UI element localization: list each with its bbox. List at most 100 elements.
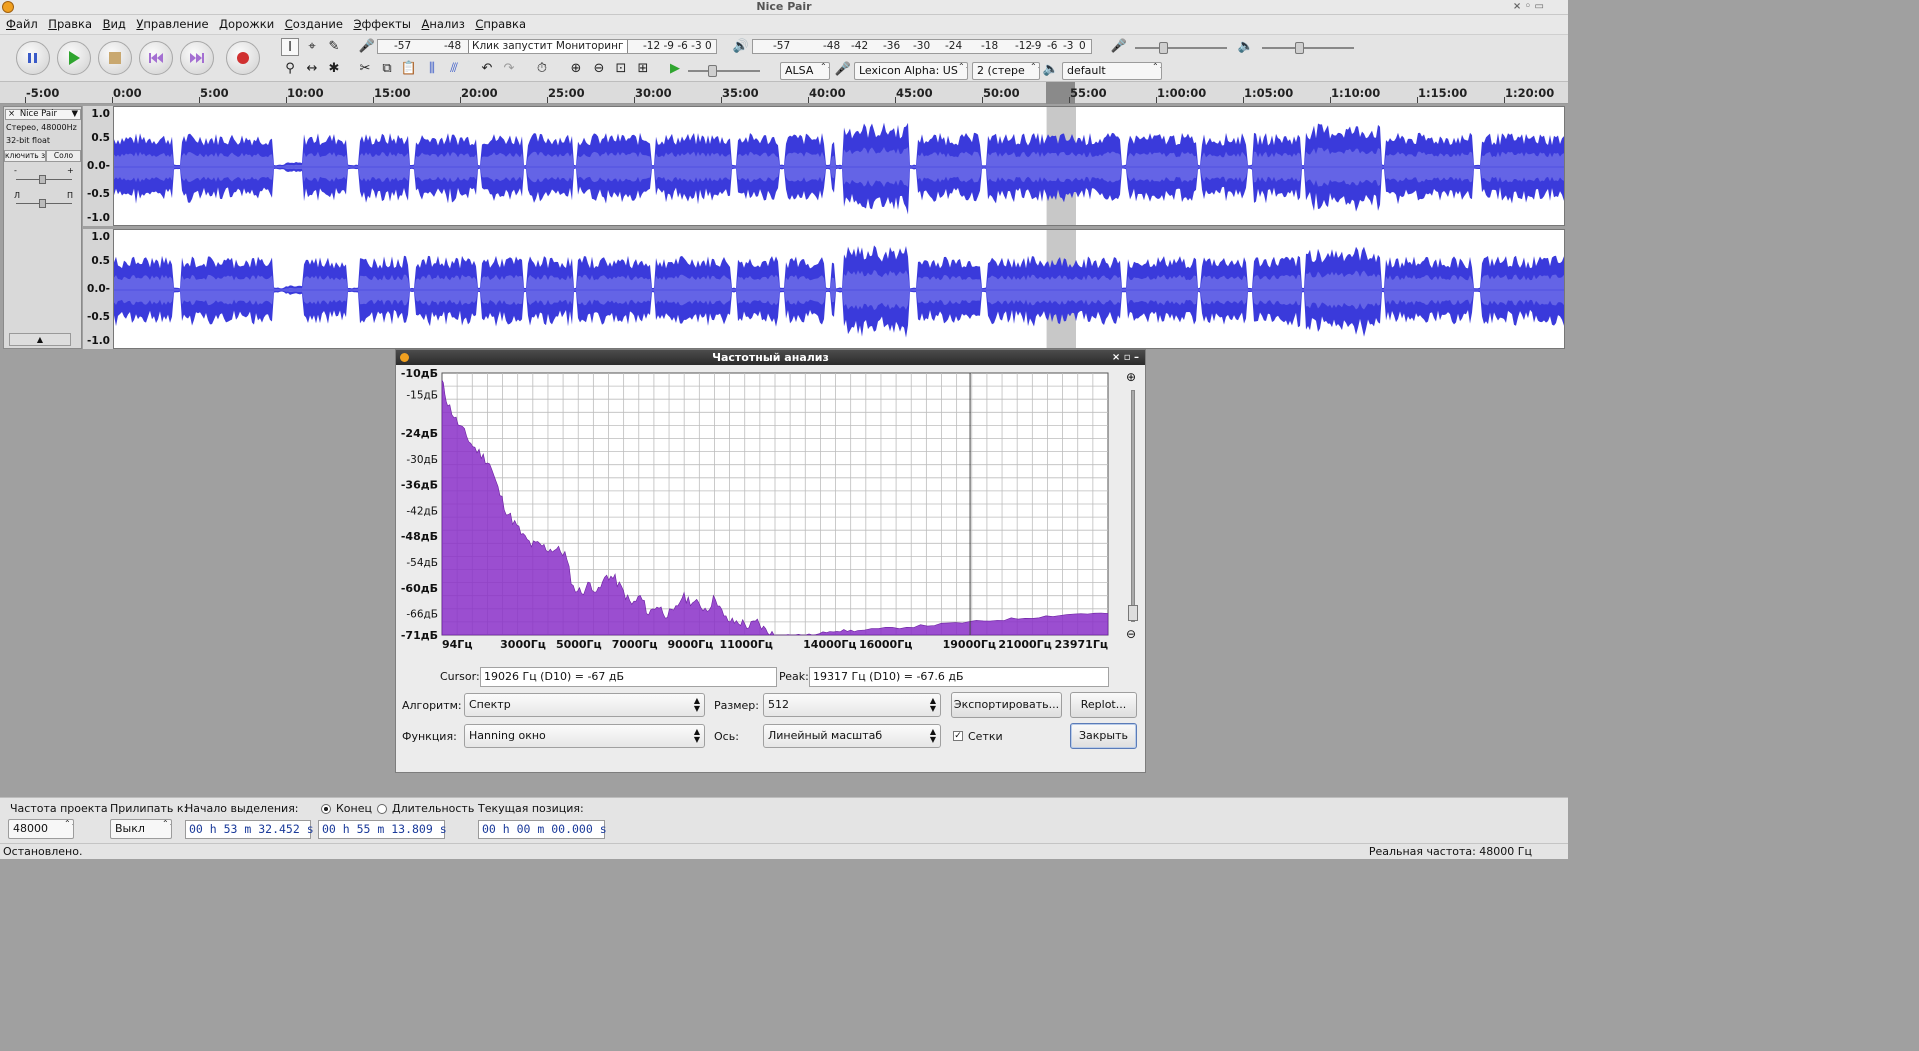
record-icon (237, 52, 249, 64)
zoom-tool-icon[interactable]: ⚲ (281, 60, 299, 78)
record-button[interactable] (226, 41, 260, 75)
skip-end-button[interactable] (180, 41, 214, 75)
play-meter[interactable]: -57 -48 -42 -36 -30 -24 -18 -12 -9 -6 -3 0 (752, 39, 1092, 54)
zoom-out-icon[interactable]: ⊖ (590, 60, 608, 78)
y-axis-label: -30дБ (406, 454, 438, 466)
menu-help[interactable]: Справка (472, 15, 530, 31)
play-at-speed-icon[interactable]: ▶ (666, 60, 684, 78)
silence-icon[interactable]: ⫻ (445, 60, 463, 78)
play-button[interactable] (57, 41, 91, 75)
menu-file[interactable]: Файл (3, 15, 42, 31)
play-meter-icon[interactable]: 🔊 (732, 38, 750, 56)
trim-icon[interactable]: ⫼ (423, 60, 441, 78)
slider-thumb[interactable] (708, 65, 717, 77)
position-label: Текущая позиция: (478, 802, 584, 815)
menu-view[interactable]: Вид (100, 15, 130, 31)
track-menu-icon[interactable]: ▼ (71, 110, 78, 119)
timeshift-tool-icon[interactable]: ↔ (303, 60, 321, 78)
selection-end-field[interactable]: 00 h 55 m 13.809 s (318, 820, 447, 839)
monitor-text[interactable]: Клик запустит Мониторинг (468, 40, 628, 53)
selection-start-field[interactable]: 00 h 53 m 32.452 s (185, 820, 314, 839)
zoom-slider[interactable] (1128, 390, 1138, 622)
timeline-ruler[interactable]: -5:00 0:00 5:00 10:00 15:00 20:00 25:00 30:00 35… (0, 82, 1568, 104)
ruler-tick-label: 35:00 (722, 86, 759, 100)
menu-analyze[interactable]: Анализ (418, 15, 468, 31)
project-rate-label: Частота проекта (10, 802, 108, 815)
undo-icon[interactable]: ↶ (478, 60, 496, 78)
waveform-channel-left[interactable] (113, 106, 1565, 226)
project-rate-select[interactable]: 48000 (8, 819, 74, 839)
dialog-close-icon[interactable]: × ▫ – (1112, 350, 1139, 365)
skip-start-button[interactable] (139, 41, 173, 75)
menu-transport[interactable]: Управление (133, 15, 212, 31)
solo-button[interactable]: Соло (46, 150, 81, 162)
paste-icon[interactable]: 📋 (400, 60, 418, 78)
play-volume-slider[interactable] (1262, 42, 1354, 54)
slider-thumb[interactable] (1295, 42, 1304, 54)
audio-host-select[interactable]: ALSA (780, 62, 830, 80)
record-device-select[interactable]: Lexicon Alpha: US (854, 62, 968, 80)
ruler-tick-label: 1:05:00 (1244, 86, 1294, 100)
ruler-tick-label: 1:00:00 (1157, 86, 1207, 100)
menu-edit[interactable]: Правка (45, 15, 96, 31)
snap-select[interactable]: Выкл (110, 819, 172, 839)
zoom-in-icon[interactable]: ⊕ (567, 60, 585, 78)
zoom-out-icon[interactable]: ⊖ (1126, 627, 1136, 641)
window-function-select[interactable]: Hanning окно ▲ ▼ (464, 724, 705, 748)
algorithm-select[interactable]: Спектр ▲ ▼ (464, 693, 705, 717)
record-meter[interactable]: -57 -48 Клик запустит Мониторинг -12 -9 … (377, 39, 717, 54)
ruler-tick-label: 20:00 (461, 86, 498, 100)
waveform-channel-right[interactable] (113, 229, 1565, 349)
length-label: Длительность (392, 802, 475, 815)
menu-effects[interactable]: Эффекты (350, 15, 415, 31)
close-button[interactable]: Закрыть (1070, 723, 1137, 749)
length-radio[interactable] (377, 804, 387, 814)
ruler-tick-label: 10:00 (287, 86, 324, 100)
mute-button[interactable]: ключить звук (4, 150, 46, 162)
gain-slider[interactable] (16, 175, 72, 184)
play-speed-slider[interactable] (688, 65, 760, 77)
channels-select[interactable]: 2 (стере (972, 62, 1040, 80)
spectrum-plot[interactable]: -10дБ -15дБ -24дБ -30дБ -36дБ -42дБ -48дБ -54дБ… (396, 365, 1147, 665)
export-button[interactable]: Экспортировать... (951, 692, 1062, 718)
slider-thumb[interactable] (39, 199, 46, 208)
y-axis-label: -71дБ (401, 629, 438, 642)
play-tick: -48 (823, 40, 841, 52)
replot-button[interactable]: Replot... (1070, 692, 1137, 718)
menu-tracks[interactable]: Дорожки (216, 15, 278, 31)
current-position-field[interactable]: 00 h 00 m 00.000 s (478, 820, 607, 839)
stop-button[interactable] (98, 41, 132, 75)
axis-select[interactable]: Линейный масштаб ▲ ▼ (763, 724, 941, 748)
envelope-tool-icon[interactable]: ⌖ (303, 38, 321, 56)
pan-slider[interactable] (16, 199, 72, 208)
dialog-title: Частотный анализ (712, 351, 829, 364)
fit-selection-icon[interactable]: ⊡ (612, 60, 630, 78)
pause-button[interactable] (16, 41, 50, 75)
slider-thumb[interactable] (39, 175, 46, 184)
slider-thumb[interactable] (1128, 605, 1138, 621)
x-axis-label: 23971Гц (1055, 638, 1108, 651)
redo-icon[interactable]: ↷ (500, 60, 518, 78)
slider-thumb[interactable] (1159, 42, 1168, 54)
draw-tool-icon[interactable]: ✎ (325, 38, 343, 56)
record-meter-icon[interactable]: 🎤 (358, 38, 376, 56)
size-select[interactable]: 512 ▲ ▼ (763, 693, 941, 717)
copy-icon[interactable]: ⧉ (378, 60, 396, 78)
fit-project-icon[interactable]: ⊞ (634, 60, 652, 78)
rec-tick: -9 (663, 40, 674, 52)
window-close-icon[interactable]: × ◦ ▭ (1513, 0, 1544, 14)
multi-tool-icon[interactable]: ✱ (325, 60, 343, 78)
menu-generate[interactable]: Создание (282, 15, 347, 31)
cut-icon[interactable]: ✂ (356, 60, 374, 78)
selection-tool-icon[interactable]: I (281, 38, 299, 56)
end-radio[interactable] (321, 804, 331, 814)
grid-checkbox[interactable]: ✓ (953, 731, 963, 741)
track-close-icon[interactable]: × (6, 109, 17, 119)
zoom-in-icon[interactable]: ⊕ (1126, 370, 1136, 384)
collapse-track-button[interactable]: ▲ (9, 333, 71, 346)
record-volume-slider[interactable] (1135, 42, 1227, 54)
sync-lock-icon[interactable]: ⏱ (533, 60, 551, 78)
play-device-select[interactable]: default (1062, 62, 1162, 80)
scale-label: 0.5 (91, 132, 110, 144)
track-header[interactable]: × Nice Pair ▼ (5, 109, 81, 120)
